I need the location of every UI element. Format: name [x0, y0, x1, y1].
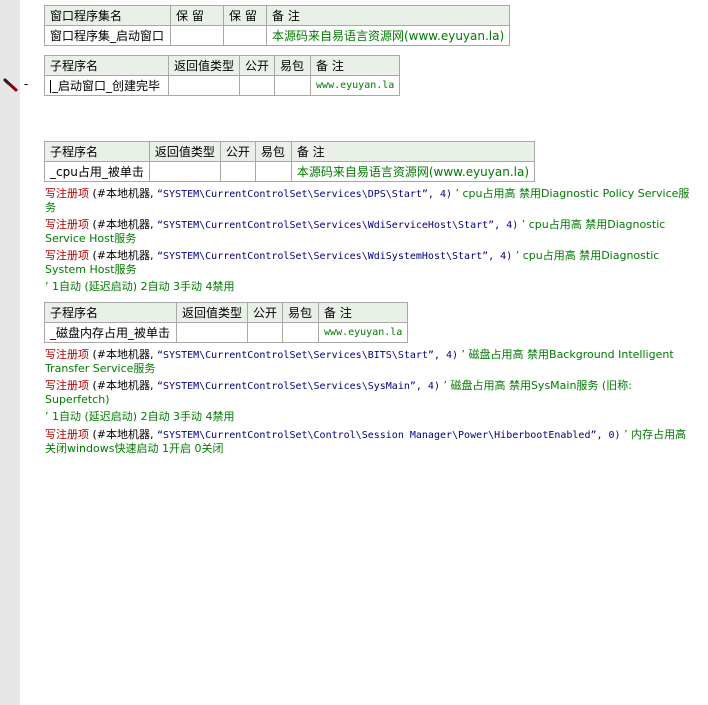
header-note: 备 注	[290, 141, 536, 162]
header-return-type: 返回值类型	[148, 141, 221, 162]
header-assembly-name: 窗口程序集名	[44, 5, 171, 26]
public-cell[interactable]	[219, 161, 256, 182]
subroutine-table-disk: 子程序名 返回值类型 公开 易包 备 注 _磁盘内存占用_被单击 www.eyu…	[44, 302, 409, 343]
code-line-disk-2[interactable]: 写注册项 (#本地机器, “SYSTEM\CurrentControlSet\S…	[45, 379, 695, 406]
note-cell[interactable]: www.eyuyan.la	[318, 322, 409, 343]
sub-name-cell[interactable]: _磁盘内存占用_被单击	[44, 322, 177, 343]
code-line-disk-1[interactable]: 写注册项 (#本地机器, “SYSTEM\CurrentControlSet\S…	[45, 348, 695, 375]
code-comment-start-types-2[interactable]: ’ 1自动 (延迟启动) 2自动 3手动 4禁用	[45, 410, 695, 423]
header-epkg: 易包	[274, 55, 312, 76]
sub-name-cell[interactable]: _启动窗口_创建完毕	[44, 75, 169, 96]
header-reserved-1: 保 留	[170, 5, 224, 26]
header-reserved-2: 保 留	[223, 5, 267, 26]
header-note: 备 注	[318, 302, 409, 323]
assembly-name-cell[interactable]: 窗口程序集_启动窗口	[44, 25, 171, 46]
header-note: 备 注	[265, 5, 511, 26]
editor-gutter[interactable]	[0, 0, 20, 705]
header-note: 备 注	[310, 55, 401, 76]
code-line-cpu-1[interactable]: 写注册项 (#本地机器, “SYSTEM\CurrentControlSet\S…	[45, 187, 695, 214]
epkg-cell[interactable]	[254, 161, 292, 182]
header-sub-name: 子程序名	[44, 302, 177, 323]
pencil-breakpoint-icon[interactable]	[3, 78, 19, 92]
header-sub-name: 子程序名	[44, 141, 150, 162]
header-epkg: 易包	[254, 141, 292, 162]
text-cursor	[50, 80, 51, 93]
epkg-cell[interactable]	[282, 322, 320, 343]
code-line-cpu-2[interactable]: 写注册项 (#本地机器, “SYSTEM\CurrentControlSet\S…	[45, 218, 695, 245]
header-public: 公开	[247, 302, 284, 323]
reserved-cell-1[interactable]	[170, 25, 224, 46]
code-line-mem-1[interactable]: 写注册项 (#本地机器, “SYSTEM\CurrentControlSet\C…	[45, 428, 695, 455]
return-type-cell[interactable]	[167, 75, 241, 96]
header-epkg: 易包	[282, 302, 320, 323]
epkg-cell[interactable]	[274, 75, 312, 96]
public-cell[interactable]	[247, 322, 284, 343]
header-public: 公开	[239, 55, 276, 76]
collapse-dash[interactable]: -	[24, 77, 28, 91]
subroutine-table-cpu: 子程序名 返回值类型 公开 易包 备 注 _cpu占用_被单击 本源码来自易语言…	[44, 141, 536, 182]
code-line-cpu-3[interactable]: 写注册项 (#本地机器, “SYSTEM\CurrentControlSet\S…	[45, 249, 695, 276]
header-sub-name: 子程序名	[44, 55, 169, 76]
header-return-type: 返回值类型	[175, 302, 249, 323]
return-type-cell[interactable]	[148, 161, 221, 182]
window-assembly-table: 窗口程序集名 保 留 保 留 备 注 窗口程序集_启动窗口 本源码来自易语言资源…	[44, 5, 511, 46]
assembly-note-cell[interactable]: 本源码来自易语言资源网(www.eyuyan.la)	[265, 25, 511, 46]
note-cell[interactable]: 本源码来自易语言资源网(www.eyuyan.la)	[290, 161, 536, 182]
header-public: 公开	[219, 141, 256, 162]
return-type-cell[interactable]	[175, 322, 249, 343]
subroutine-table-startup: 子程序名 返回值类型 公开 易包 备 注 _启动窗口_创建完毕 www.eyuy…	[44, 55, 401, 96]
header-return-type: 返回值类型	[167, 55, 241, 76]
code-comment-start-types-1[interactable]: ’ 1自动 (延迟启动) 2自动 3手动 4禁用	[45, 280, 695, 293]
reserved-cell-2[interactable]	[223, 25, 267, 46]
public-cell[interactable]	[239, 75, 276, 96]
note-cell[interactable]: www.eyuyan.la	[310, 75, 401, 96]
sub-name-cell[interactable]: _cpu占用_被单击	[44, 161, 150, 182]
